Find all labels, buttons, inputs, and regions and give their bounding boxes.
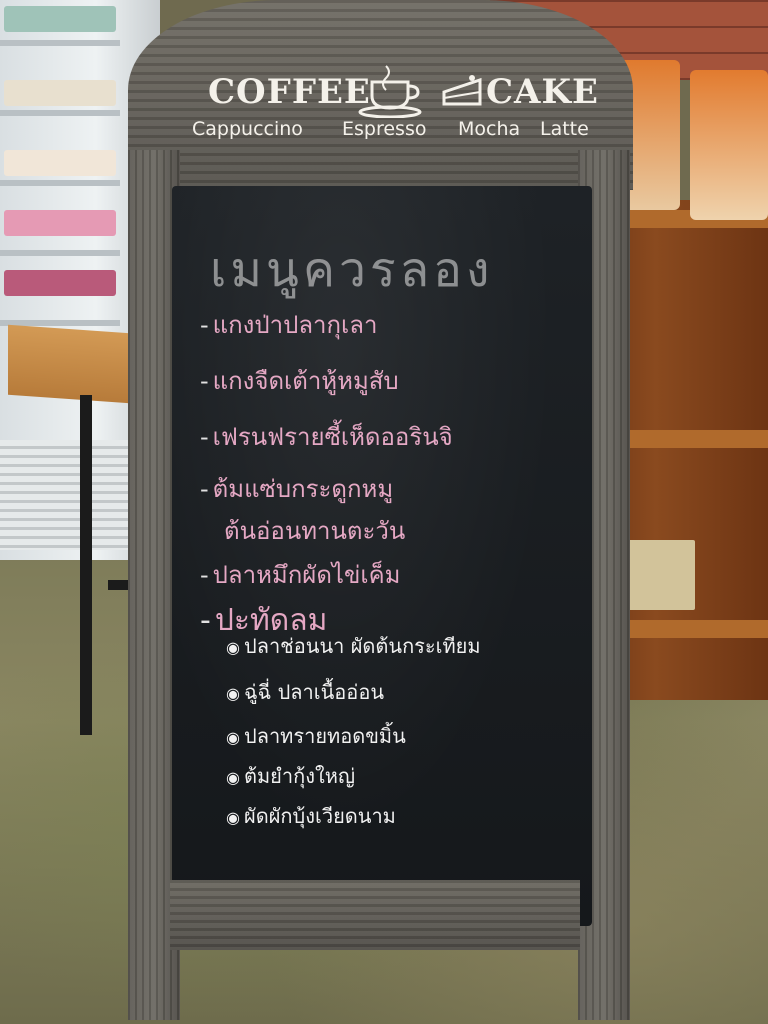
fridge-product [4,6,116,32]
coffee-cup-icon [358,65,422,118]
menu-item-label: แกงป่าปลากุเลา [212,311,378,339]
chalk-bullet-icon: ◉ [226,684,240,703]
drink-latte: Latte [540,118,589,140]
dash-icon: - [200,475,209,503]
fridge-product [4,210,116,236]
brand-coffee: COFFEE [208,72,371,112]
table-leg [80,395,92,735]
dash-icon: - [200,561,209,589]
chalk-bullet-icon: ◉ [226,808,240,827]
special-item-label: ต้มยำกุ้งใหญ่ [244,764,355,788]
menu-item: - แกงจืดเต้าหู้หมูสับ [200,361,399,400]
brand-cake: CAKE [486,72,599,112]
menu-item-label: ปลาหมึกผัดไข่เค็ม [212,561,401,589]
fridge-product [4,80,116,106]
chalk-bullet-icon: ◉ [226,768,240,787]
special-item: ◉ ต้มยำกุ้งใหญ่ [226,760,355,792]
cake-slice-icon [442,75,482,106]
drink-espresso: Espresso [342,118,427,140]
fridge-shelf [0,110,120,116]
special-item: ◉ ปลาทรายทอดขมิ้น [226,720,406,752]
menu-item: - แกงป่าปลากุเลา [200,305,377,344]
fridge-shelf [0,250,120,256]
a-frame-menu-board: COFFEE CAKE Cappuccino Espresso Mocha La… [128,0,633,1020]
menu-item: - ปลาหมึกผัดไข่เค็ม [200,555,400,594]
special-item: ◉ ปลาช่อนนา ผัดต้นกระเทียม [226,630,481,662]
coffee-cake-branding: COFFEE CAKE Cappuccino Espresso Mocha La… [128,62,633,152]
menu-item-label: ต้นอ่อนทานตะวัน [224,517,406,545]
fridge-shelf [0,180,120,186]
dash-icon: - [200,367,209,395]
dash-icon: - [200,311,209,339]
menu-item-label: แกงจืดเต้าหู้หมูสับ [212,367,399,395]
menu-item-label: เฟรนฟรายซี้เห็ดออรินจิ [212,423,453,451]
chalk-bullet-icon: ◉ [226,728,240,747]
dash-icon: - [200,423,209,451]
special-item: ◉ ผัดผักบุ้งเวียดนาม [226,800,396,832]
menu-item: ต้นอ่อนทานตะวัน [224,511,405,550]
menu-item-label: ต้มแซ่บกระดูกหมู [212,475,394,503]
snack-bag [690,70,768,220]
dash-icon: - [200,603,211,638]
special-item: ◉ ฉู่ฉี่ ปลาเนื้ออ่อน [226,676,384,708]
chalk-bullet-icon: ◉ [226,638,240,657]
drink-mocha: Mocha [458,118,521,140]
special-item-label: ปลาทรายทอดขมิ้น [244,724,406,748]
menu-item: - เฟรนฟรายซี้เห็ดออรินจิ [200,417,453,456]
special-item-label: ฉู่ฉี่ ปลาเนื้ออ่อน [244,680,384,704]
drink-cappuccino: Cappuccino [192,118,303,140]
fridge-product [4,150,116,176]
special-item-label: ปลาช่อนนา ผัดต้นกระเทียม [244,634,481,658]
fridge-shelf [0,40,120,46]
menu-item: - ต้มแซ่บกระดูกหมู [200,469,393,508]
special-item-label: ผัดผักบุ้งเวียดนาม [244,804,396,828]
board-bottom-rail [170,880,580,950]
menu-title: เมนูควรลอง [210,242,494,298]
fridge-product [4,270,116,296]
